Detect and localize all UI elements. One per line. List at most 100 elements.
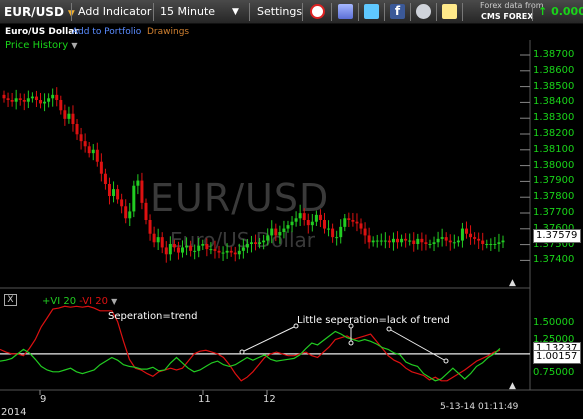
candle-body [205,244,209,250]
price-y-tick: 1.38400 [533,96,575,108]
annotation-pointer-start [386,326,392,332]
candle-body [266,235,270,241]
candle-body [452,242,456,244]
candle-body [140,180,144,203]
close-indicator-button[interactable]: X [4,294,17,306]
candle-body [436,238,440,243]
candle-body [355,221,359,224]
candle-body [351,220,355,222]
price-y-tick: 1.37900 [533,175,575,187]
price-y-tick: 1.37800 [533,191,575,203]
candle-body [448,240,452,243]
candle-body [282,228,286,232]
x-axis-label: 9 [40,394,47,405]
candle-body [124,206,128,219]
candle-body [34,96,38,100]
candle-body [181,247,185,253]
candle-body [59,100,63,111]
candle-body [262,240,266,243]
chevron-down-icon: ▼ [111,297,118,306]
candle-body [83,141,87,147]
candle-body [318,214,322,220]
candle-body [116,189,120,200]
candle-body [132,185,136,212]
candle-body [51,94,55,99]
candle-body [327,228,331,230]
candle-body [306,220,310,226]
candle-body [144,202,148,220]
annotation-pointer-end [348,340,354,346]
candle-body [189,245,193,251]
candle-body [2,94,6,99]
candle-body [168,244,172,255]
candle-body [331,228,335,238]
candle-body [497,242,501,244]
candle-body [156,237,160,243]
candle-body [71,113,75,124]
scroll-up-icon[interactable]: ▲ [509,381,516,391]
candle-body [432,242,436,244]
candle-body [481,240,485,244]
candle-body [217,250,221,253]
x-axis-year: 2014 [1,407,27,418]
candle-body [302,213,306,220]
candle-body [428,244,432,245]
annotation-pointer-end [443,358,449,364]
candle-body [63,110,67,119]
price-y-tick: 1.38500 [533,80,575,92]
candle-body [322,220,326,229]
price-y-tick: 1.38600 [533,64,575,76]
candle-body [298,213,302,219]
candle-body [375,240,379,242]
candle-body [95,149,99,162]
price-chart[interactable] [0,0,583,419]
price-y-tick: 1.38100 [533,143,575,155]
price-y-tick: 1.37700 [533,207,575,218]
candle-body [270,228,274,236]
current-price-label: 1.37579 [533,229,581,243]
candle-body [347,218,351,220]
candle-body [339,226,343,238]
candle-body [128,211,132,219]
candle-body [103,173,107,184]
candle-body [67,113,71,119]
candle-body [241,247,245,251]
candle-body [249,242,253,244]
candle-body [383,240,387,242]
candle-body [489,244,493,245]
candle-body [22,100,26,102]
scroll-up-icon[interactable]: ▲ [509,278,516,288]
candle-body [91,149,95,154]
candle-body [26,98,30,102]
candle-body [160,237,164,248]
candle-body [87,146,91,154]
candle-body [10,100,14,102]
price-y-tick: 1.38300 [533,112,575,124]
candle-body [493,244,497,245]
candle-body [112,189,116,196]
vi-minus-label: -VI 20 [79,296,108,307]
annotation-trend: Seperation=trend [108,311,198,322]
candle-body [464,228,468,234]
candle-body [363,228,367,236]
candle-body [469,233,473,238]
candle-body [43,101,47,104]
vi-plus-line [0,330,501,382]
candle-body [75,124,79,135]
candle-body [440,237,444,239]
candle-body [416,238,420,244]
x-axis-label: 11 [198,394,211,405]
indicator-y-tick: 1.50000 [533,317,575,328]
candle-body [379,240,383,242]
candle-body [391,238,395,243]
candle-body [221,252,225,254]
indicator-legend[interactable]: +VI 20 -VI 20 ▼ [42,296,117,307]
x-axis-label: 12 [263,394,276,405]
vi-plus-label: +VI 20 [42,296,77,307]
candle-body [424,242,428,244]
candle-body [152,233,156,243]
candle-body [412,240,416,244]
candle-body [274,228,278,236]
annotation-lack-of-trend: Little seperation=lack of trend [297,315,450,326]
candle-body [444,237,448,241]
